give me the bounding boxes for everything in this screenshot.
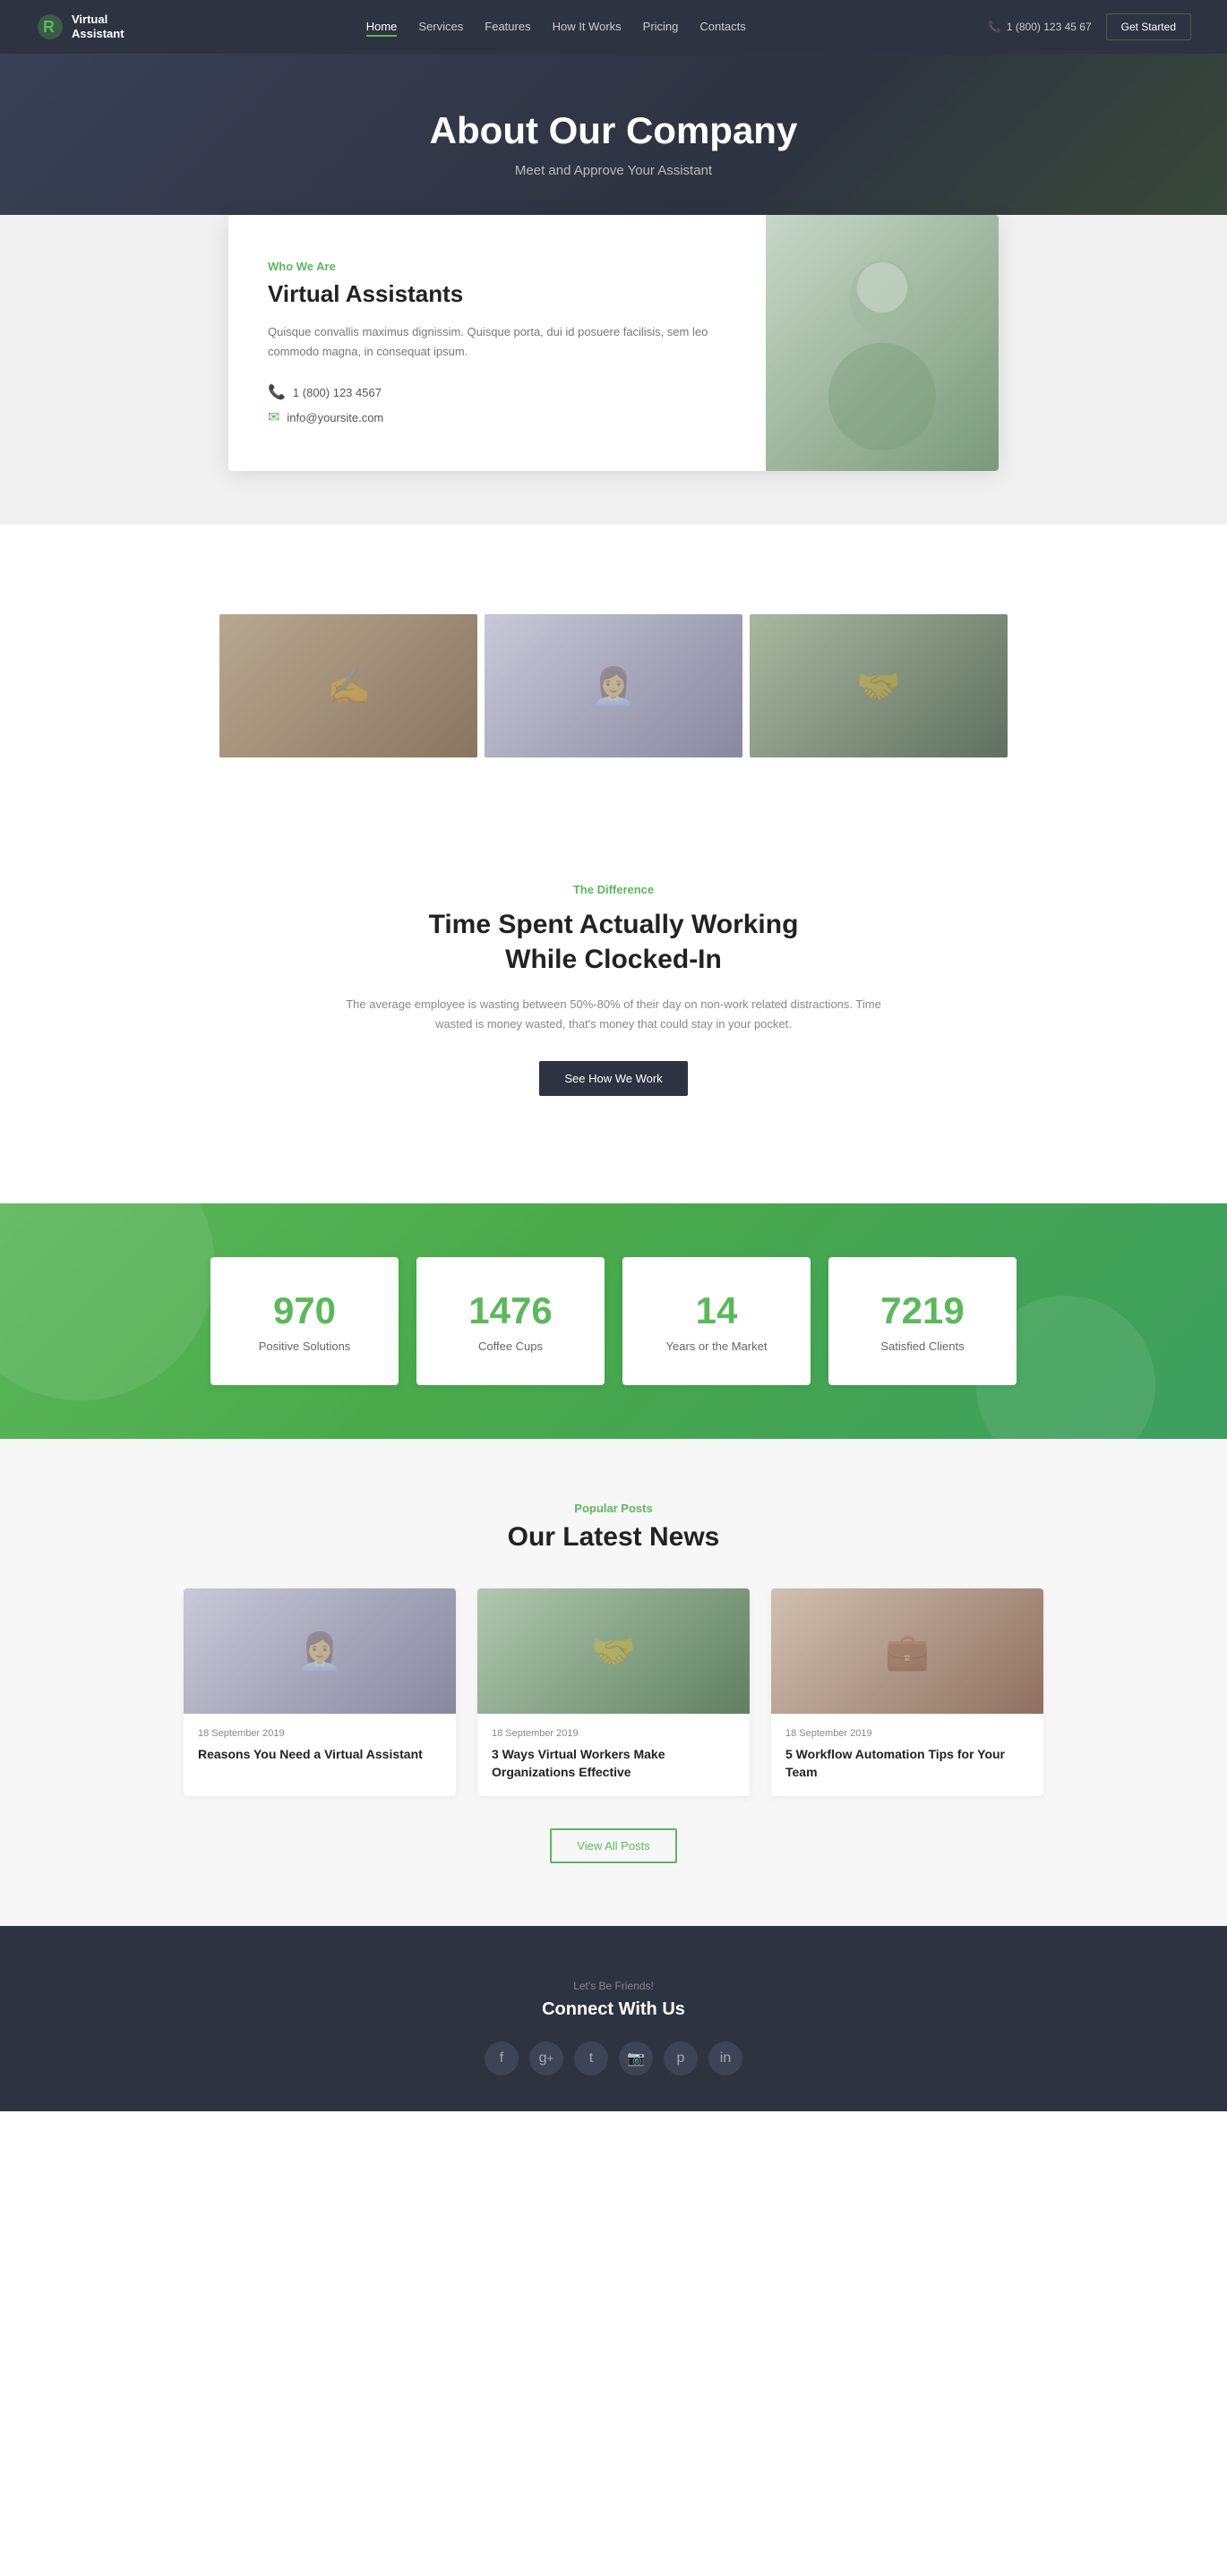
nav-link-contacts[interactable]: Contacts	[699, 20, 745, 33]
news-post-title-1: 3 Ways Virtual Workers Make Organization…	[492, 1746, 735, 1781]
brand-name: Virtual Assistant	[72, 13, 124, 40]
bg-circle-1	[0, 1203, 215, 1400]
about-phone-number: 1 (800) 123 4567	[293, 386, 382, 399]
view-all-button[interactable]: View All Posts	[550, 1828, 676, 1863]
news-post-title-0: Reasons You Need a Virtual Assistant	[198, 1746, 442, 1764]
nav-right: 📞 1 (800) 123 45 67 Get Started	[988, 13, 1191, 40]
stat-number-2: 14	[640, 1289, 793, 1332]
stat-label-0: Positive Solutions	[228, 1339, 381, 1353]
gallery-item-2: 👩‍💼	[485, 614, 742, 757]
about-text: Who We Are Virtual Assistants Quisque co…	[228, 215, 766, 471]
about-card: Who We Are Virtual Assistants Quisque co…	[228, 215, 999, 471]
news-grid: 👩‍💼 18 September 2019 Reasons You Need a…	[184, 1588, 1043, 1795]
social-twitter[interactable]: t	[574, 2041, 608, 2075]
footer: Let's Be Friends! Connect With Us f g+ t…	[0, 1926, 1227, 2111]
social-pinterest[interactable]: p	[664, 2041, 698, 2075]
difference-section: The Difference Time Spent Actually Worki…	[0, 811, 1227, 1203]
stats-grid: 970 Positive Solutions 1476 Coffee Cups …	[210, 1257, 1017, 1385]
nav-link-pricing[interactable]: Pricing	[643, 20, 679, 33]
gallery-section: ✍️ 👩‍💼 🤝	[0, 525, 1227, 811]
stat-number-1: 1476	[434, 1289, 587, 1332]
social-instagram[interactable]: 📷	[619, 2041, 653, 2075]
phone-icon: 📞	[268, 383, 286, 401]
stat-number-0: 970	[228, 1289, 381, 1332]
nav-menu: Home Services Features How It Works Pric…	[366, 19, 746, 35]
stats-section: 970 Positive Solutions 1476 Coffee Cups …	[0, 1203, 1227, 1439]
gallery-grid-wrapper: ✍️ 👩‍💼 🤝	[184, 561, 1043, 793]
gallery-item-1: ✍️	[219, 614, 477, 757]
about-contact: 📞 1 (800) 123 4567 ✉ info@yoursite.com	[268, 383, 726, 426]
news-section: Popular Posts Our Latest News 👩‍💼 18 Sep…	[0, 1439, 1227, 1925]
news-card-2[interactable]: 💼 18 September 2019 5 Workflow Automatio…	[771, 1588, 1043, 1795]
stat-card-2: 14 Years or the Market	[622, 1257, 811, 1385]
logo-icon: R	[36, 13, 64, 41]
about-email-address: info@yoursite.com	[287, 411, 383, 424]
stat-label-3: Satisfied Clients	[846, 1339, 999, 1353]
gallery-grid: ✍️ 👩‍💼 🤝	[219, 614, 1008, 757]
news-date-2: 18 September 2019	[785, 1728, 1029, 1739]
social-googleplus[interactable]: g+	[529, 2041, 563, 2075]
news-date-1: 18 September 2019	[492, 1728, 735, 1739]
gallery-item-3: 🤝	[750, 614, 1008, 757]
nav-link-how-it-works[interactable]: How It Works	[553, 20, 622, 33]
about-title: Virtual Assistants	[268, 280, 726, 308]
news-footer: View All Posts	[36, 1828, 1191, 1863]
hero-title: About Our Company	[430, 109, 798, 152]
nav-phone: 📞 1 (800) 123 45 67	[988, 21, 1092, 33]
navbar: R Virtual Assistant Home Services Featur…	[0, 0, 1227, 54]
news-image-1: 🤝	[477, 1588, 750, 1714]
get-started-button[interactable]: Get Started	[1106, 13, 1191, 40]
see-how-button[interactable]: See How We Work	[539, 1061, 687, 1096]
stat-card-0: 970 Positive Solutions	[210, 1257, 399, 1385]
about-phone: 📞 1 (800) 123 4567	[268, 383, 726, 401]
person-illustration	[802, 235, 963, 450]
nav-link-features[interactable]: Features	[485, 20, 530, 33]
stat-card-1: 1476 Coffee Cups	[416, 1257, 605, 1385]
social-icons: f g+ t 📷 p in	[36, 2041, 1191, 2075]
news-title: Our Latest News	[36, 1522, 1191, 1553]
news-post-title-2: 5 Workflow Automation Tips for Your Team	[785, 1746, 1029, 1781]
difference-content: The Difference Time Spent Actually Worki…	[300, 829, 927, 1150]
stat-label-1: Coffee Cups	[434, 1339, 587, 1353]
stat-label-2: Years or the Market	[640, 1339, 793, 1353]
difference-description: The average employee is wasting between …	[336, 995, 891, 1034]
phone-icon: 📞	[988, 21, 1001, 33]
about-who-label: Who We Are	[268, 260, 726, 273]
news-content-1: 18 September 2019 3 Ways Virtual Workers…	[477, 1714, 750, 1795]
footer-connect-title: Connect With Us	[36, 1999, 1191, 2020]
news-card-0[interactable]: 👩‍💼 18 September 2019 Reasons You Need a…	[184, 1588, 456, 1795]
stat-card-3: 7219 Satisfied Clients	[828, 1257, 1017, 1385]
news-card-1[interactable]: 🤝 18 September 2019 3 Ways Virtual Worke…	[477, 1588, 750, 1795]
news-image-2: 💼	[771, 1588, 1043, 1714]
social-linkedin[interactable]: in	[708, 2041, 742, 2075]
news-content-0: 18 September 2019 Reasons You Need a Vir…	[184, 1714, 456, 1778]
about-image	[766, 215, 999, 471]
footer-tagline: Let's Be Friends!	[36, 1980, 1191, 1992]
news-label: Popular Posts	[36, 1502, 1191, 1515]
news-content-2: 18 September 2019 5 Workflow Automation …	[771, 1714, 1043, 1795]
stat-number-3: 7219	[846, 1289, 999, 1332]
difference-title: Time Spent Actually WorkingWhile Clocked…	[336, 907, 891, 977]
news-header: Popular Posts Our Latest News	[36, 1502, 1191, 1553]
svg-text:R: R	[43, 18, 55, 36]
nav-link-services[interactable]: Services	[418, 20, 463, 33]
nav-link-home[interactable]: Home	[366, 20, 398, 37]
news-date-0: 18 September 2019	[198, 1728, 442, 1739]
email-icon: ✉	[268, 408, 279, 426]
about-email: ✉ info@yoursite.com	[268, 408, 726, 426]
hero-subtitle: Meet and Approve Your Assistant	[515, 163, 712, 178]
about-description: Quisque convallis maximus dignissim. Qui…	[268, 322, 726, 362]
brand-logo[interactable]: R Virtual Assistant	[36, 13, 124, 41]
news-image-0: 👩‍💼	[184, 1588, 456, 1714]
social-facebook[interactable]: f	[485, 2041, 519, 2075]
difference-label: The Difference	[336, 883, 891, 896]
